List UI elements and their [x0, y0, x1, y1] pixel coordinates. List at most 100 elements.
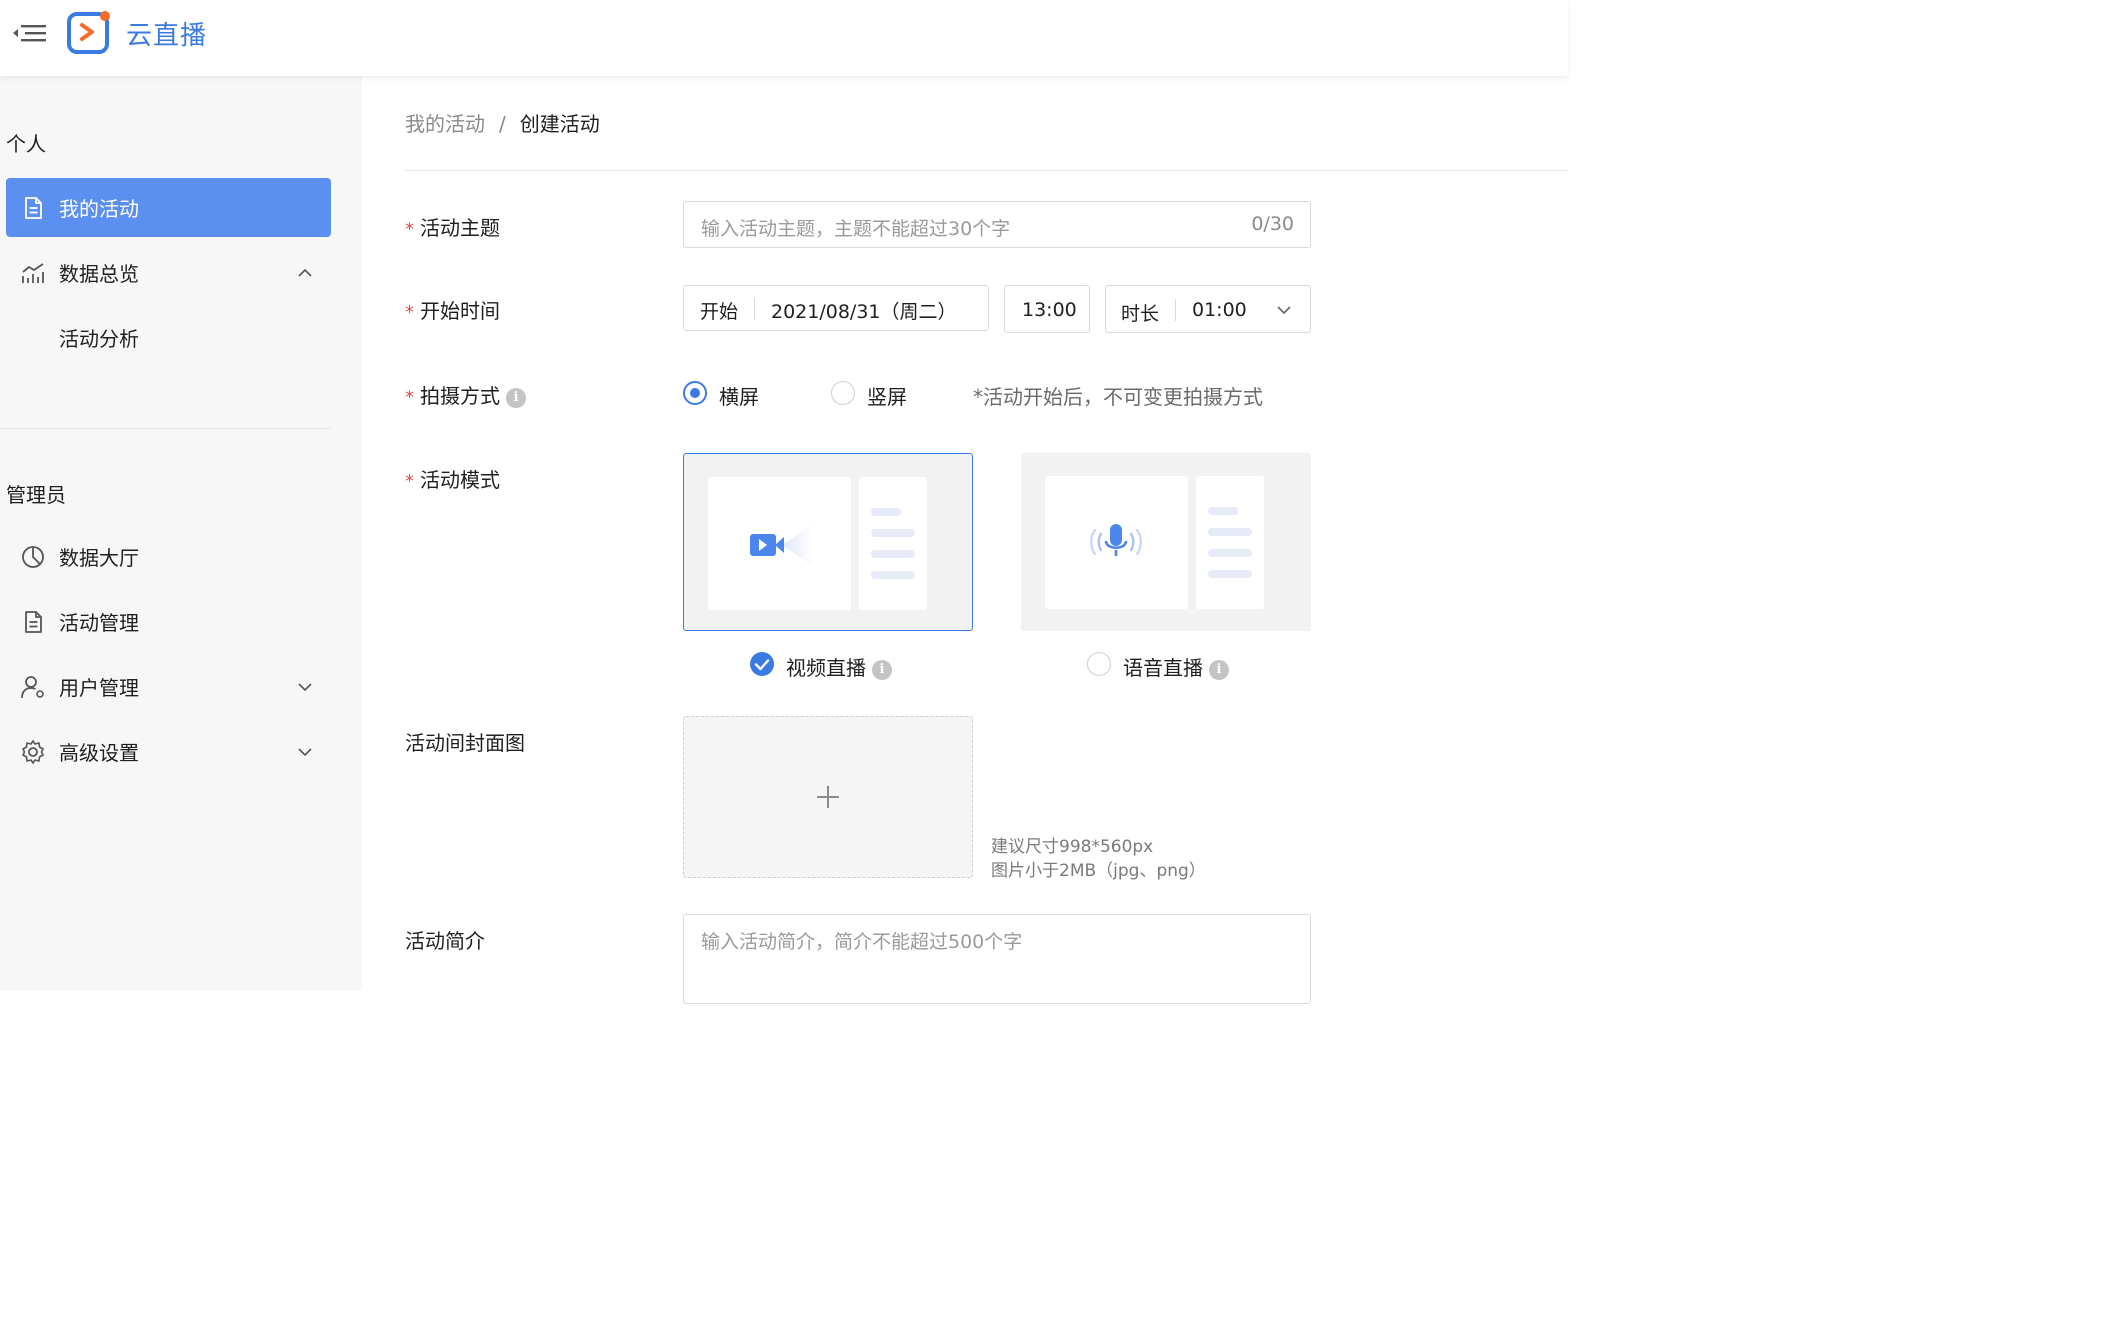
topic-counter: 0/30: [1251, 213, 1294, 235]
sidebar-item-label: 数据总览: [59, 262, 139, 286]
top-header: 云直播: [0, 0, 1568, 76]
sidebar-item-label: 用户管理: [59, 676, 139, 700]
start-time-input[interactable]: 13:00: [1004, 285, 1090, 333]
sidebar-item-my-activities[interactable]: 我的活动: [6, 178, 331, 237]
topic-placeholder: 输入活动主题，主题不能超过30个字: [701, 218, 1011, 240]
topic-input[interactable]: 输入活动主题，主题不能超过30个字 0/30: [683, 201, 1311, 248]
gear-icon: [20, 739, 46, 765]
sidebar-item-activity-management[interactable]: 活动管理: [6, 592, 331, 651]
start-time-value: 13:00: [1022, 299, 1077, 321]
topic-label-text: 活动主题: [420, 216, 500, 240]
cover-upload[interactable]: [683, 716, 973, 878]
info-icon[interactable]: i: [1209, 659, 1229, 680]
card-line: [1208, 549, 1252, 557]
section-title-admin: 管理员: [6, 483, 66, 507]
sidebar-item-label: 高级设置: [59, 741, 139, 765]
shooting-label: * 拍摄方式 i: [405, 380, 526, 409]
document-icon: [20, 609, 46, 635]
sidebar-item-data-hall[interactable]: 数据大厅: [6, 527, 331, 586]
card-line: [1208, 528, 1252, 536]
document-icon: [20, 195, 46, 221]
section-title-personal: 个人: [6, 132, 46, 156]
video-live-label-text: 视频直播: [786, 656, 866, 680]
sidebar: 个人 我的活动 数据总览 活动分析 管理员 数据大厅 活动管理 用户管理 高级设…: [0, 76, 362, 990]
required-mark: *: [405, 219, 414, 240]
sidebar-item-advanced-settings[interactable]: 高级设置: [6, 722, 331, 781]
sidebar-item-label: 数据大厅: [59, 546, 139, 570]
sidebar-item-data-overview[interactable]: 数据总览: [6, 243, 331, 302]
cover-format-hint: 图片小于2MB（jpg、png）: [991, 861, 1206, 881]
user-settings-icon: [20, 674, 46, 700]
card-preview-panel: [708, 477, 851, 610]
card-line: [871, 550, 915, 558]
required-mark: *: [405, 387, 414, 408]
info-icon[interactable]: i: [872, 659, 892, 680]
cover-label: 活动间封面图: [405, 731, 525, 755]
required-mark: *: [405, 471, 414, 492]
shooting-label-text: 拍摄方式: [420, 384, 500, 408]
start-date-value: 2021/08/31（周二）: [771, 301, 957, 323]
chevron-up-icon: [295, 263, 315, 283]
card-line: [871, 529, 915, 537]
plus-icon: [815, 784, 841, 810]
card-line: [1208, 507, 1238, 515]
mode-label: * 活动模式: [405, 464, 500, 493]
card-line: [1208, 570, 1252, 578]
sidebar-divider: [0, 428, 331, 429]
intro-textarea[interactable]: 输入活动简介，简介不能超过500个字: [683, 914, 1311, 1004]
portrait-radio[interactable]: [831, 381, 855, 405]
duration-select[interactable]: 时长 01:00: [1105, 285, 1311, 333]
portrait-label[interactable]: 竖屏: [867, 381, 907, 410]
card-line: [871, 508, 901, 516]
landscape-label[interactable]: 横屏: [719, 381, 759, 410]
card-detail-panel: [1196, 476, 1264, 609]
voice-live-card[interactable]: [1021, 453, 1311, 631]
info-icon[interactable]: i: [506, 387, 526, 408]
breadcrumb-separator: /: [499, 112, 506, 136]
start-date-picker[interactable]: 开始 2021/08/31（周二）: [683, 285, 989, 331]
start-time-label: * 开始时间: [405, 295, 500, 324]
breadcrumb-link-my-activities[interactable]: 我的活动: [405, 112, 485, 136]
breadcrumb-current: 创建活动: [519, 112, 600, 136]
duration-value: 01:00: [1192, 299, 1247, 321]
sidebar-item-label: 活动管理: [59, 611, 139, 635]
content-divider: [405, 170, 1568, 171]
video-live-label[interactable]: 视频直播 i: [786, 652, 892, 681]
sidebar-item-activity-analysis[interactable]: 活动分析: [6, 308, 331, 367]
topic-label: * 活动主题: [405, 212, 500, 241]
required-mark: *: [405, 302, 414, 323]
menu-collapse-icon[interactable]: [12, 20, 48, 46]
voice-live-label[interactable]: 语音直播 i: [1123, 652, 1229, 681]
landscape-radio[interactable]: [683, 381, 707, 405]
duration-prefix: 时长: [1121, 303, 1160, 325]
inline-separator: [754, 298, 755, 320]
intro-label: 活动简介: [405, 929, 485, 953]
shooting-hint: *活动开始后，不可变更拍摄方式: [973, 385, 1263, 409]
sidebar-item-label: 我的活动: [59, 197, 139, 221]
breadcrumb: 我的活动 / 创建活动: [405, 108, 600, 137]
start-time-label-text: 开始时间: [420, 299, 500, 323]
card-detail-panel: [859, 477, 927, 610]
brand-name: 云直播: [126, 21, 208, 51]
app-logo-icon[interactable]: [67, 10, 111, 54]
microphone-icon: [1085, 520, 1147, 568]
pie-chart-icon: [20, 544, 46, 570]
sidebar-item-label: 活动分析: [59, 327, 139, 351]
intro-placeholder: 输入活动简介，简介不能超过500个字: [701, 931, 1023, 953]
voice-live-radio[interactable]: [1087, 652, 1111, 676]
chevron-down-icon: [295, 677, 315, 697]
cover-size-hint: 建议尺寸998*560px: [991, 837, 1154, 857]
video-live-card[interactable]: [683, 453, 973, 631]
start-prefix: 开始: [700, 301, 739, 323]
chart-icon: [20, 260, 46, 286]
voice-live-label-text: 语音直播: [1123, 656, 1203, 680]
inline-separator: [1175, 299, 1176, 321]
chevron-down-icon: [295, 742, 315, 762]
video-live-check[interactable]: [750, 652, 774, 676]
mode-label-text: 活动模式: [420, 468, 500, 492]
sidebar-item-user-management[interactable]: 用户管理: [6, 657, 331, 716]
video-camera-icon: [744, 515, 824, 579]
chevron-down-icon: [1274, 300, 1294, 325]
card-line: [871, 571, 915, 579]
card-preview-panel: [1045, 476, 1188, 609]
